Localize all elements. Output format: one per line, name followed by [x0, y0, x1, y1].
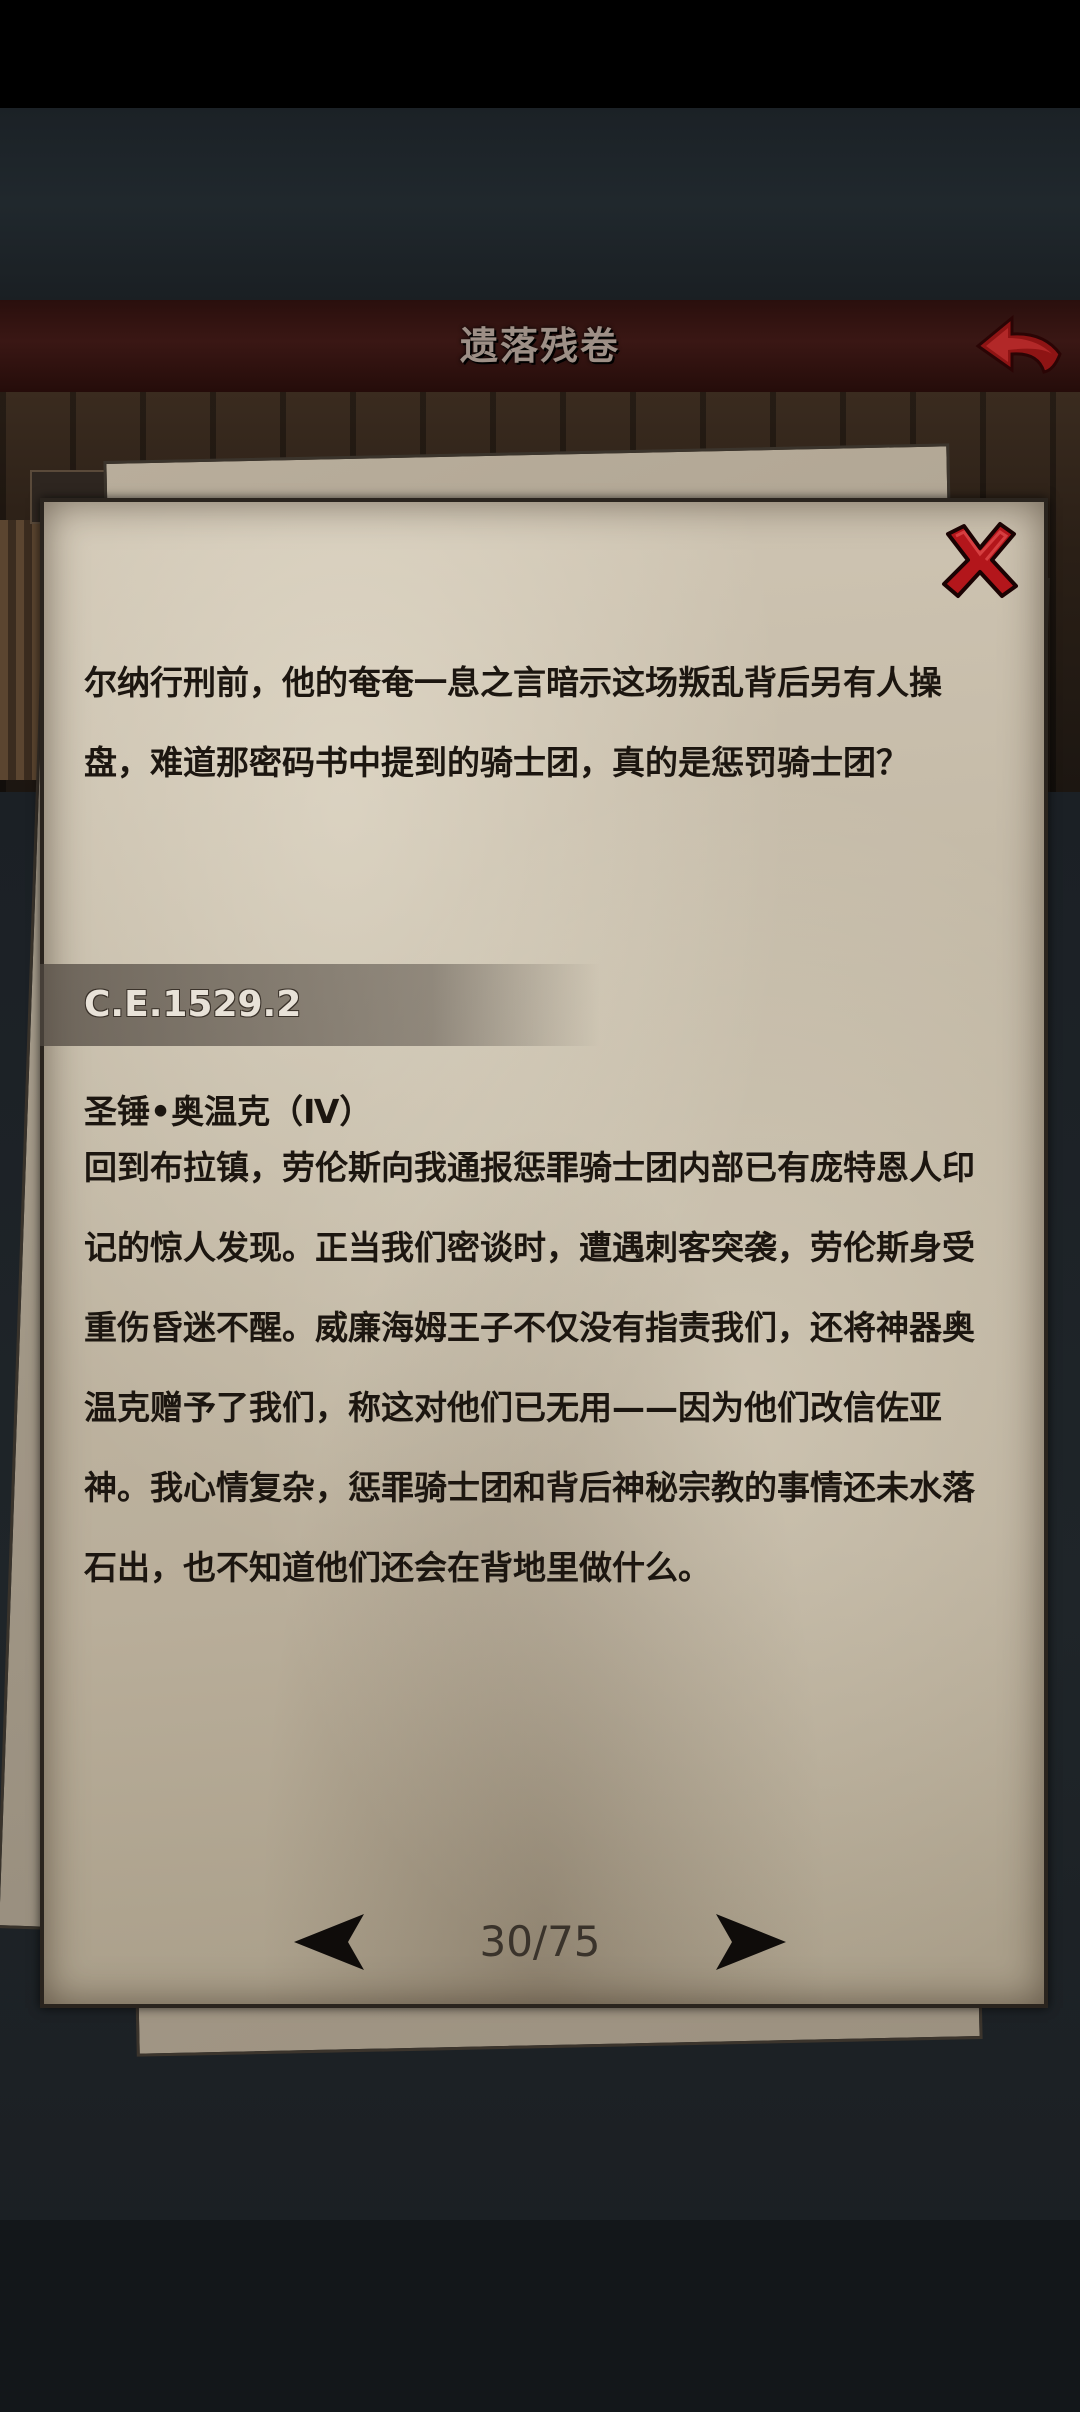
entry-date: C.E.1529.2 — [84, 984, 302, 1025]
page-indicator: 30/75 — [479, 1917, 601, 1966]
intro-paragraph: 尔纳行刑前，他的奄奄一息之言暗示这场叛乱背后另有人操盘，难道那密码书中提到的骑士… — [84, 663, 942, 782]
prev-page-button[interactable] — [290, 1910, 370, 1974]
close-button[interactable] — [940, 520, 1020, 600]
close-x-icon — [942, 522, 1018, 598]
back-arrow-icon — [975, 314, 1062, 374]
left-arrow-icon — [294, 1914, 364, 1970]
status-bar-area — [0, 0, 1080, 108]
background-upper-band — [0, 108, 1080, 300]
right-arrow-icon — [716, 1914, 786, 1970]
entry-paragraph: 回到布拉镇，劳伦斯向我通报惩罪骑士团内部已有庞特恩人印记的惊人发现。正当我们密谈… — [84, 1148, 975, 1587]
page-title: 遗落残卷 — [459, 324, 620, 368]
next-page-button[interactable] — [710, 1910, 790, 1974]
background-bottom-band — [0, 2220, 1080, 2412]
back-button[interactable] — [974, 310, 1064, 380]
